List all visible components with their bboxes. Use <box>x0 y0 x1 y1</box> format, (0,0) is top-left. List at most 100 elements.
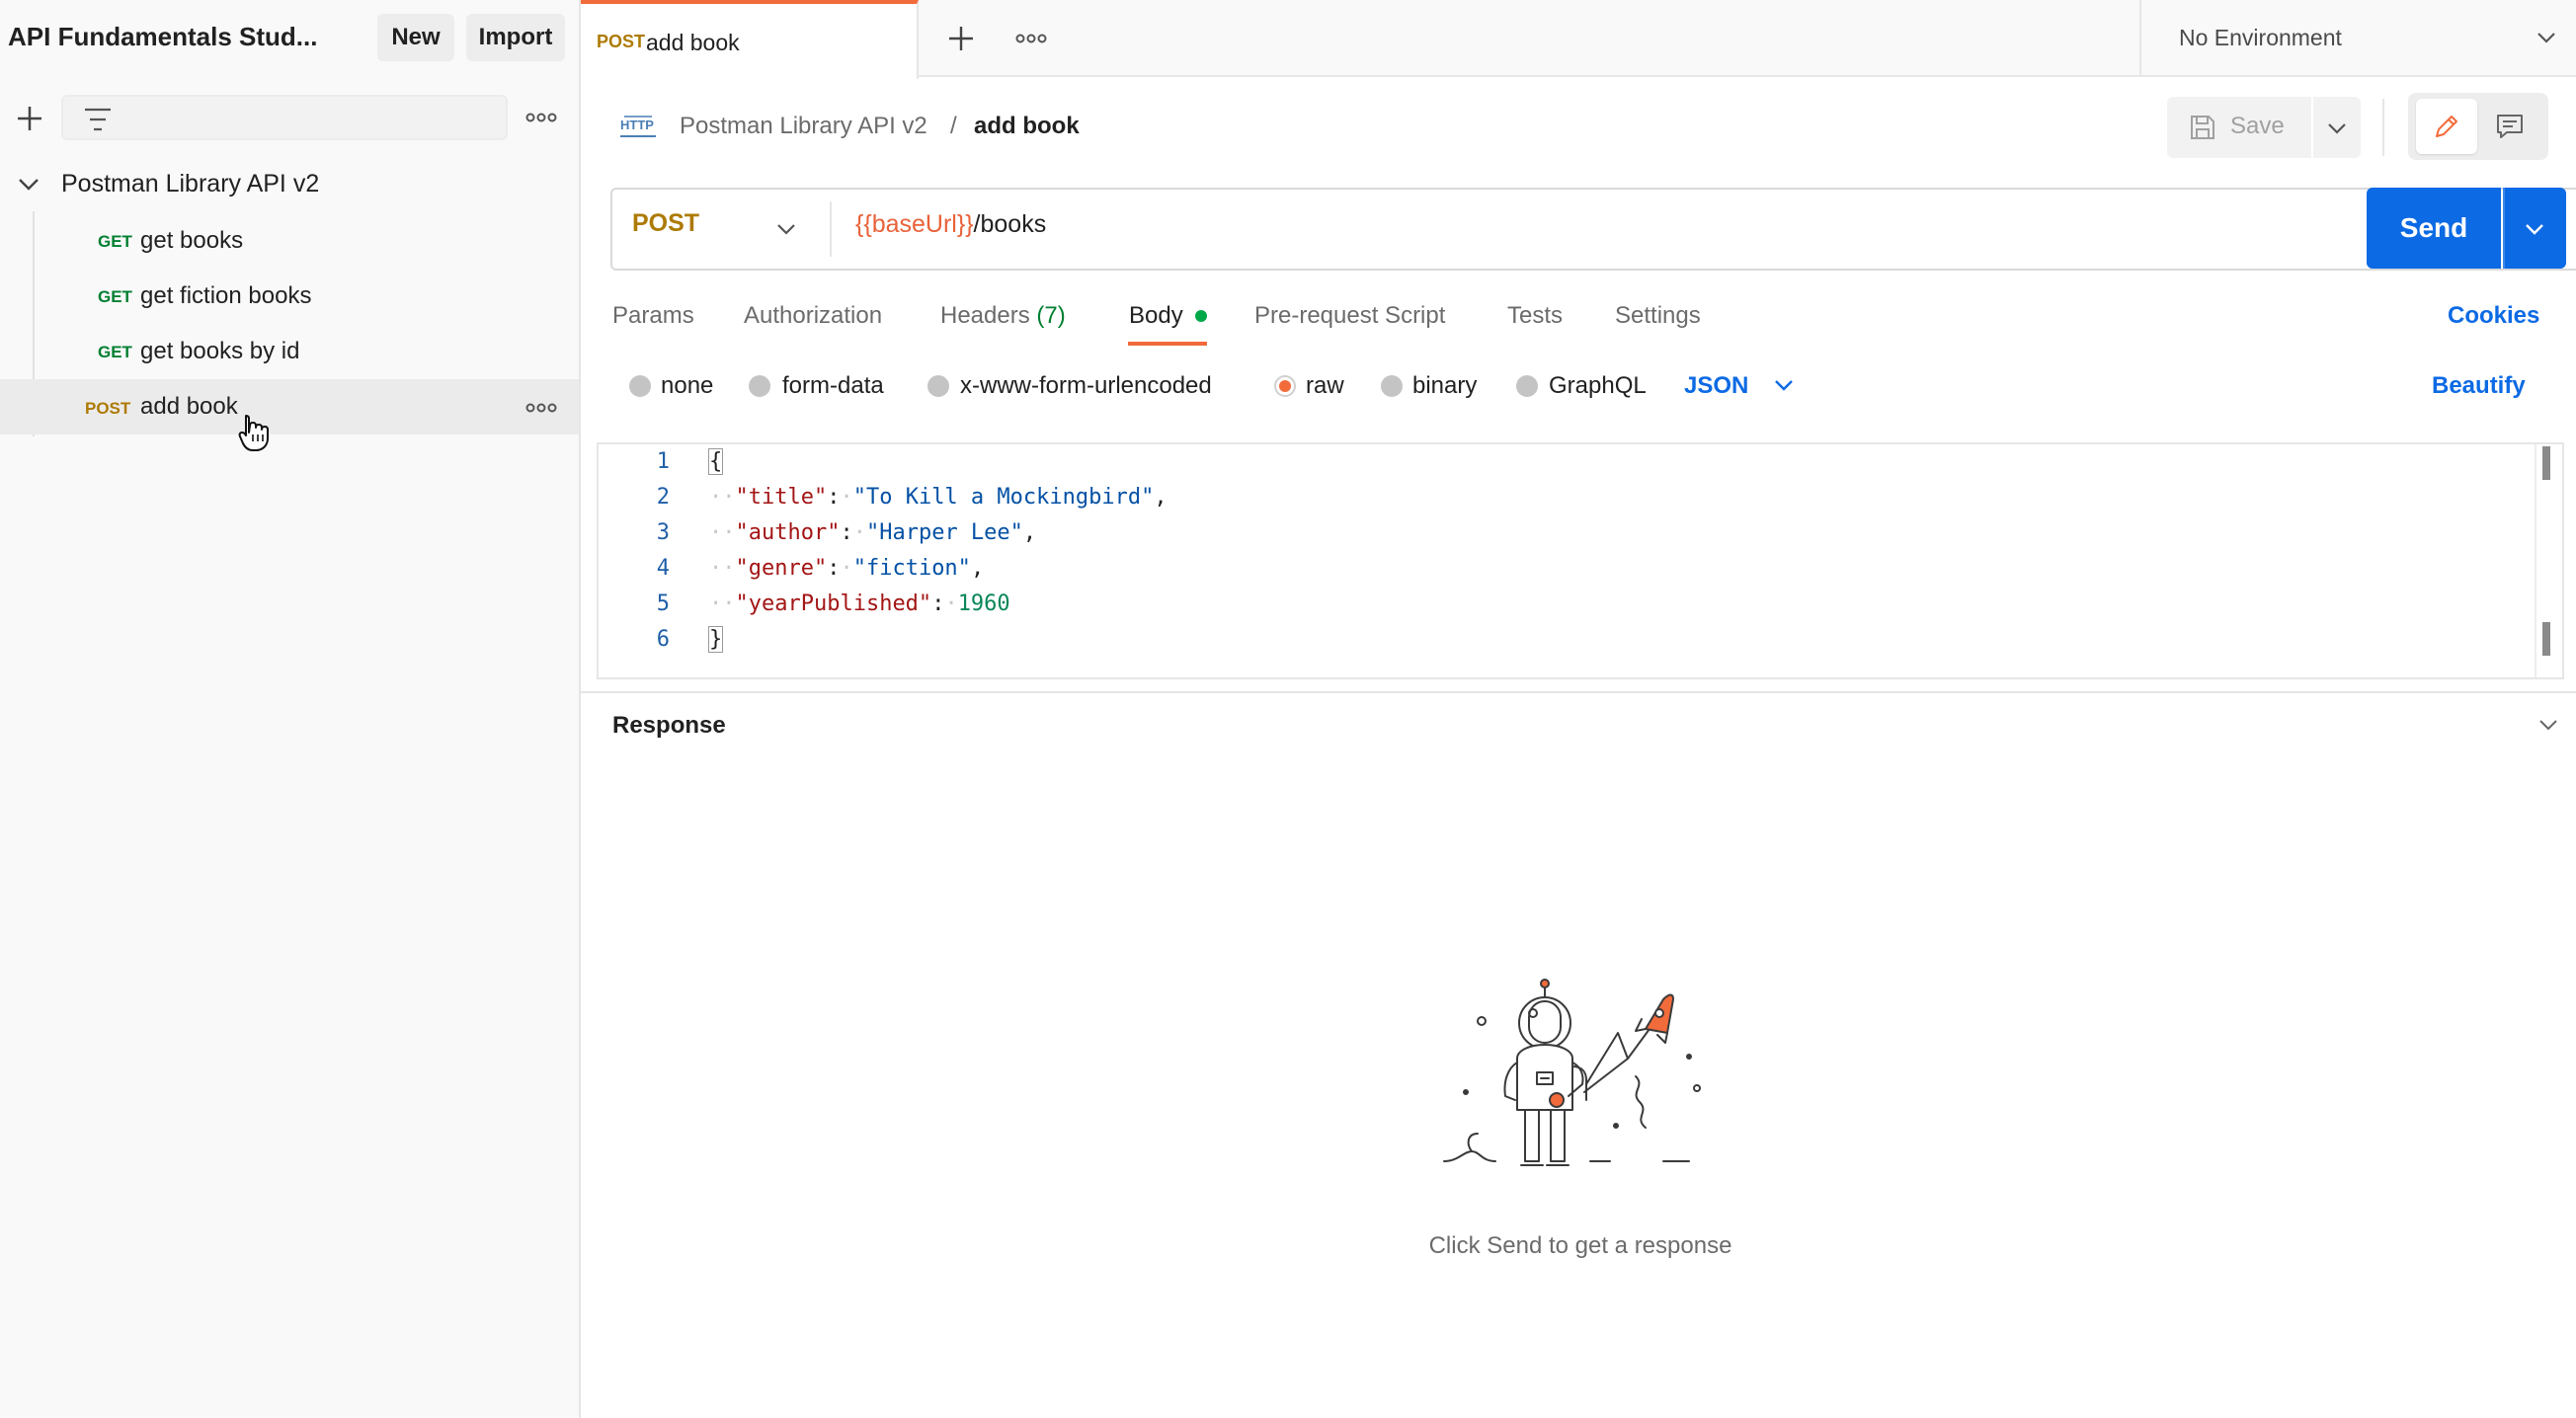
send-dropdown-button[interactable] <box>2503 188 2566 269</box>
sidebar-request-item[interactable]: GET get books by id <box>0 324 579 377</box>
radio-none[interactable] <box>629 375 651 397</box>
import-button[interactable]: Import <box>466 14 565 61</box>
pencil-icon <box>2436 116 2457 137</box>
option-form-data-label[interactable]: form-data <box>782 372 884 400</box>
plus-icon[interactable] <box>946 24 976 53</box>
url-variable: {{baseUrl}} <box>855 210 974 238</box>
json-value: 1960 <box>957 591 1010 616</box>
code-brace: { <box>707 448 724 475</box>
line-number: 5 <box>656 591 670 616</box>
option-urlencoded-label[interactable]: x-www-form-urlencoded <box>960 372 1212 400</box>
more-icon[interactable] <box>525 111 557 124</box>
json-trail: , <box>970 556 985 581</box>
json-value: "fiction" <box>852 556 971 581</box>
chevron-down-icon <box>2328 123 2346 134</box>
chevron-down-icon[interactable] <box>2538 719 2558 731</box>
format-select[interactable]: JSON <box>1684 372 1748 400</box>
code-line: { <box>707 448 724 475</box>
radio-raw-selected[interactable] <box>1274 375 1296 397</box>
json-value: "Harper Lee" <box>865 520 1023 545</box>
sidebar-request-item[interactable]: GET get books <box>0 213 579 267</box>
save-dropdown-button[interactable] <box>2313 97 2361 158</box>
code-line: ··"genre":·"fiction", <box>709 556 985 581</box>
json-trail: , <box>1022 520 1037 545</box>
tab-authorization[interactable]: Authorization <box>744 302 882 330</box>
save-label: Save <box>2230 113 2285 139</box>
sidebar-request-item[interactable]: GET get fiction books <box>0 269 579 322</box>
radio-form-data[interactable] <box>749 375 770 397</box>
tab-headers[interactable]: Headers (7) <box>940 302 1066 330</box>
tab-method: POST <box>597 32 646 51</box>
send-button[interactable]: Send <box>2367 188 2501 269</box>
url-input[interactable]: {{baseUrl}}/books <box>855 210 1046 239</box>
tab-body[interactable]: Body <box>1129 302 1183 330</box>
chevron-down-icon[interactable] <box>18 178 40 192</box>
collection-name: Postman Library API v2 <box>61 170 320 197</box>
request-name: get books <box>140 227 244 254</box>
beautify-button[interactable]: Beautify <box>2432 372 2526 400</box>
json-key: "title" <box>735 485 828 510</box>
chevron-down-icon[interactable] <box>2536 32 2556 43</box>
line-number: 6 <box>656 627 670 652</box>
breadcrumb-collection[interactable]: Postman Library API v2 <box>680 113 927 140</box>
request-name: get books by id <box>140 338 300 364</box>
option-none-label[interactable]: none <box>661 372 713 400</box>
sidebar-search-input[interactable] <box>126 103 496 134</box>
tab-tests[interactable]: Tests <box>1507 302 1563 330</box>
astronaut-illustration <box>1442 978 1719 1199</box>
chevron-down-icon[interactable] <box>776 223 796 235</box>
sidebar-search[interactable] <box>61 95 508 140</box>
option-binary-label[interactable]: binary <box>1412 372 1477 400</box>
headers-count-badge: (7) <box>1036 302 1066 329</box>
url-path: /books <box>973 210 1047 238</box>
code-line: } <box>707 626 724 653</box>
breadcrumb-separator: / <box>950 113 957 139</box>
editor-scrollbar-track[interactable] <box>2535 444 2536 677</box>
request-method: POST <box>85 399 131 418</box>
body-indicator-dot <box>1195 310 1207 322</box>
radio-urlencoded[interactable] <box>927 375 949 397</box>
code-line: ··"author":·"Harper Lee", <box>709 520 1037 545</box>
cookies-link[interactable]: Cookies <box>2448 302 2539 330</box>
radio-graphql[interactable] <box>1516 375 1538 397</box>
svg-text:HTTP: HTTP <box>620 118 654 132</box>
divider <box>2382 99 2384 156</box>
environment-selector[interactable]: No Environment <box>2179 25 2342 51</box>
edit-mode-button[interactable] <box>2416 99 2477 154</box>
new-button[interactable]: New <box>377 14 454 61</box>
request-name: get fiction books <box>140 282 312 309</box>
tab-pre-request-script[interactable]: Pre-request Script <box>1254 302 1445 330</box>
chevron-down-icon[interactable] <box>1774 379 1794 391</box>
comment-icon <box>2497 115 2523 138</box>
line-number: 4 <box>656 556 670 581</box>
request-name: add book <box>140 393 238 420</box>
json-key: "yearPublished" <box>735 591 932 616</box>
json-key: "author" <box>735 520 841 545</box>
editor-scroll-marker <box>2542 622 2550 656</box>
response-empty-message: Click Send to get a response <box>1428 1232 1732 1259</box>
divider <box>2139 0 2141 77</box>
plus-icon[interactable] <box>14 103 45 134</box>
radio-binary[interactable] <box>1381 375 1403 397</box>
tab-add-book[interactable]: POST add book <box>581 0 919 79</box>
code-line: ··"title":·"To Kill a Mockingbird", <box>709 485 1167 510</box>
tab-settings[interactable]: Settings <box>1615 302 1701 330</box>
line-number: 2 <box>656 485 670 510</box>
filter-icon <box>83 107 113 132</box>
line-number: 1 <box>656 449 670 474</box>
more-icon[interactable] <box>525 401 557 415</box>
save-button[interactable]: Save <box>2167 97 2311 158</box>
tab-params[interactable]: Params <box>612 302 694 330</box>
line-number: 3 <box>656 520 670 545</box>
workspace-title[interactable]: API Fundamentals Stud... <box>8 22 317 52</box>
save-icon <box>2189 114 2216 141</box>
http-icon: HTTP <box>616 111 660 142</box>
option-raw-label[interactable]: raw <box>1306 372 1344 400</box>
more-icon[interactable] <box>1015 32 1047 45</box>
option-graphql-label[interactable]: GraphQL <box>1549 372 1647 400</box>
response-title[interactable]: Response <box>612 712 726 740</box>
breadcrumb-request[interactable]: add book <box>974 113 1080 140</box>
method-select[interactable]: POST <box>632 209 699 238</box>
sidebar-request-item-selected[interactable]: POST add book <box>0 379 579 434</box>
code-brace: } <box>707 626 724 653</box>
